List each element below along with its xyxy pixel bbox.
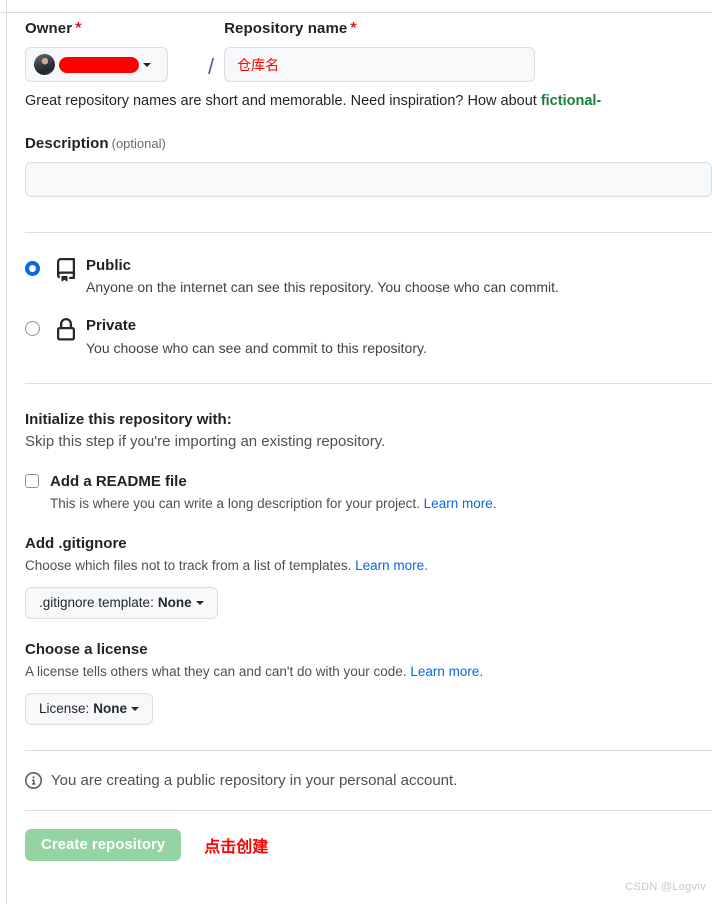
readme-label: Add a README file <box>50 472 187 490</box>
create-repository-annotation: 点击创建 <box>204 838 269 856</box>
gitignore-description-suffix: . <box>424 557 428 573</box>
visibility-notice-text: You are creating a public repository in … <box>51 771 458 789</box>
divider-after-notice <box>25 809 712 811</box>
radio-public[interactable] <box>25 261 40 276</box>
gitignore-description-text: Choose which files not to track from a l… <box>25 557 356 573</box>
initialize-section: Initialize this repository with: Skip th… <box>25 411 712 511</box>
chevron-down-icon <box>195 600 204 605</box>
checkbox-add-readme[interactable] <box>25 474 39 488</box>
visibility-public-description: Anyone on the internet can see this repo… <box>86 279 559 296</box>
lock-icon <box>54 318 80 347</box>
repo-icon <box>54 258 80 287</box>
license-title: Choose a license <box>25 640 148 658</box>
readme-description-suffix: . <box>492 495 497 511</box>
info-icon <box>25 771 42 789</box>
chevron-down-icon <box>143 62 151 67</box>
license-description-text: A license tells others what they can and… <box>25 663 411 679</box>
owner-username-redaction <box>59 56 139 73</box>
owner-name-separator: / <box>208 54 215 79</box>
hint-suggestion[interactable]: fictional- <box>541 93 601 109</box>
gitignore-description: Choose which files not to track from a l… <box>25 558 712 573</box>
repository-name-label: Repository name <box>224 20 348 37</box>
gitignore-dropdown-prefix: .gitignore template: <box>39 595 154 610</box>
visibility-notice: You are creating a public repository in … <box>25 771 712 789</box>
license-description: A license tells others what they can and… <box>25 664 712 679</box>
description-field-group: Description (optional) <box>25 135 712 197</box>
create-repository-page: Owner * / Repository name * 仓库名 Great re… <box>0 0 712 904</box>
owner-select[interactable] <box>25 47 168 82</box>
user-avatar <box>34 54 55 75</box>
left-border-rule <box>6 0 7 904</box>
owner-label-line: Owner * <box>25 20 200 38</box>
gitignore-title: Add .gitignore <box>25 534 127 552</box>
repository-name-annotation: 仓库名 <box>237 56 280 73</box>
owner-and-name-row: Owner * / Repository name * 仓库名 <box>25 20 712 82</box>
license-learn-more-link[interactable]: Learn more <box>410 664 479 679</box>
radio-private[interactable] <box>25 321 40 337</box>
description-label: Description <box>25 135 109 152</box>
readme-description: This is where you can write a long descr… <box>50 496 712 511</box>
license-description-suffix: . <box>479 663 484 679</box>
submit-row: Create repository 点击创建 <box>25 828 712 861</box>
divider-before-notice <box>25 749 712 751</box>
hint-text: Great repository names are short and mem… <box>25 93 541 109</box>
license-section: Choose a license A license tells others … <box>25 641 712 725</box>
readme-description-text: This is where you can write a long descr… <box>50 495 424 511</box>
create-repository-button[interactable]: Create repository <box>25 828 182 861</box>
watermark: CSDN @Logviv <box>625 881 706 893</box>
gitignore-section: Add .gitignore Choose which files not to… <box>25 535 712 619</box>
gitignore-dropdown-value: None <box>157 595 192 610</box>
visibility-public-title: Public <box>86 257 132 274</box>
owner-required-marker: * <box>75 20 82 37</box>
repository-name-label-line: Repository name * <box>224 20 712 38</box>
chevron-down-icon <box>131 706 140 711</box>
visibility-private-text: Private You choose who can see and commi… <box>86 317 427 355</box>
readme-checkbox-row[interactable]: Add a README file <box>25 473 712 490</box>
repository-name-field-group: Repository name * 仓库名 <box>224 20 712 82</box>
initialize-title: Initialize this repository with: <box>25 410 232 428</box>
initialize-subtitle: Skip this step if you're importing an ex… <box>25 432 386 450</box>
license-dropdown-prefix: License: <box>39 701 90 716</box>
visibility-option-private[interactable]: Private You choose who can see and commi… <box>25 317 712 356</box>
owner-field-group: Owner * <box>25 20 200 82</box>
visibility-option-public[interactable]: Public Anyone on the internet can see th… <box>25 257 712 295</box>
owner-label: Owner <box>25 20 73 37</box>
divider-after-description <box>25 232 712 233</box>
description-input[interactable] <box>25 162 712 197</box>
repository-name-hint: Great repository names are short and mem… <box>25 93 712 109</box>
readme-learn-more-link[interactable]: Learn more <box>424 496 493 511</box>
visibility-public-text: Public Anyone on the internet can see th… <box>86 257 559 295</box>
gitignore-learn-more-link[interactable]: Learn more <box>355 558 424 573</box>
repository-name-required-marker: * <box>350 20 357 37</box>
visibility-private-description: You choose who can see and commit to thi… <box>86 339 427 356</box>
divider-after-visibility <box>25 382 712 384</box>
visibility-private-title: Private <box>86 317 137 335</box>
description-label-line: Description (optional) <box>25 135 712 153</box>
gitignore-template-dropdown[interactable]: .gitignore template: None <box>25 586 218 619</box>
description-optional-label: (optional) <box>111 136 166 151</box>
license-dropdown[interactable]: License: None <box>25 692 154 725</box>
repository-name-input[interactable]: 仓库名 <box>224 47 536 82</box>
license-dropdown-value: None <box>93 701 128 716</box>
form-content: Owner * / Repository name * 仓库名 Great re… <box>25 12 712 861</box>
